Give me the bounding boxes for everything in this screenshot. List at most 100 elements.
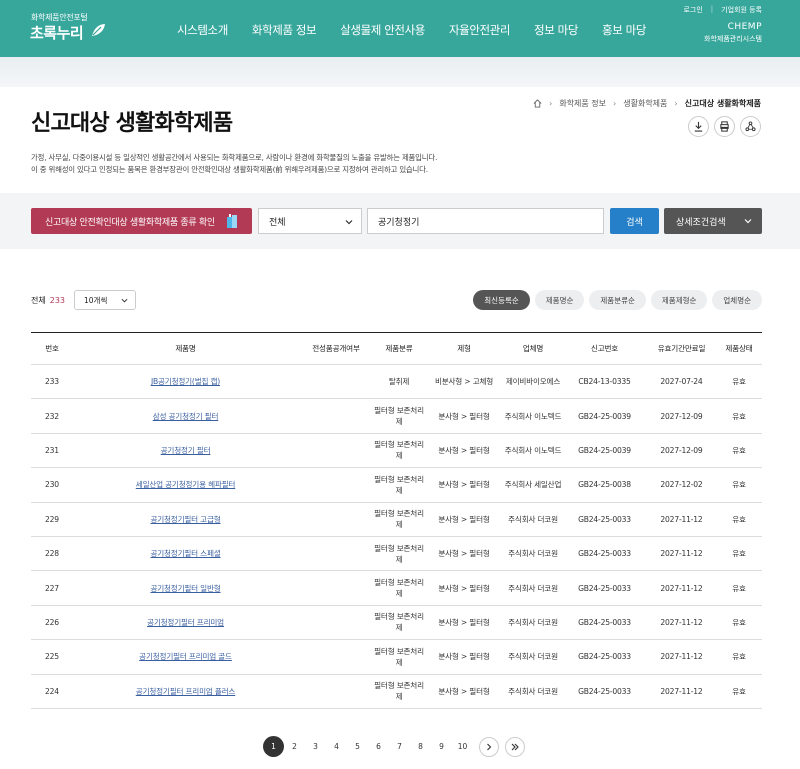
product-link[interactable]: 공기청정기필터 프리미엄 플러스: [136, 687, 236, 696]
page-number[interactable]: 10: [452, 736, 473, 757]
cell-company: 주식회사 더코원: [508, 652, 558, 662]
download-button[interactable]: [688, 116, 709, 137]
cell-product-name: 공기청정기필터 프리미엄 골드: [73, 651, 298, 662]
page-number[interactable]: 6: [368, 736, 389, 757]
cell-company: 주식회사 더코원: [508, 583, 558, 593]
table-row: 227 공기청정기필터 일반형 필터형 보존처리제 분사형 > 필터형 주식회사 더코원…: [31, 571, 762, 606]
nav-item[interactable]: 살생물제 안전사용: [340, 22, 425, 38]
nav-item[interactable]: 홍보 마당: [602, 22, 646, 38]
cell-product-name: 삼성 공기청정기 필터: [73, 411, 298, 422]
page-title: 신고대상 생활화학제품: [31, 111, 233, 136]
chevron-right-icon: ›: [674, 99, 678, 108]
share-button[interactable]: [740, 116, 761, 137]
search-bar: 신고대상 안전확인대상 생활화학제품 종류 확인 전체 공기청정기 검색 상세조…: [0, 193, 800, 249]
cell-number: 224: [45, 686, 59, 696]
product-link[interactable]: 공기청정기필터 스페셜: [150, 549, 220, 558]
product-link[interactable]: JB공기청정기(벌집 캡): [151, 377, 220, 386]
cell-report-no: GB24-25-0033: [578, 514, 631, 524]
chevron-down-icon: [121, 298, 128, 303]
page-number[interactable]: 3: [305, 736, 326, 757]
product-link[interactable]: 공기청정기 필터: [161, 446, 211, 455]
cell-class: 필터형 보존처리제: [374, 543, 424, 564]
product-link[interactable]: 공기청정기필터 고급형: [150, 515, 220, 524]
table-row: 226 공기청정기필터 프리미엄 필터형 보존처리제 분사형 > 필터형 주식회사 더코…: [31, 606, 762, 641]
cell-company: 제이비바이오에스: [505, 377, 561, 387]
join-link[interactable]: 기업회원 등록: [721, 5, 762, 15]
product-type-check-button[interactable]: 신고대상 안전확인대상 생활화학제품 종류 확인: [31, 208, 252, 234]
product-link[interactable]: 공기청정기필터 프리미엄 골드: [139, 652, 232, 661]
per-page-select[interactable]: 10개씩: [74, 290, 136, 310]
cell-expiry: 2027-11-12: [660, 583, 703, 593]
utility-links: 로그인 | 기업회원 등록: [683, 5, 762, 15]
download-icon: [694, 121, 703, 132]
column-header: 제품상태: [725, 344, 753, 353]
cell-number: 233: [45, 377, 59, 387]
cell-report-no: CB24-13-0335: [578, 377, 631, 387]
share-icon: [745, 121, 756, 132]
page-number[interactable]: 4: [326, 736, 347, 757]
sort-product-form[interactable]: 제품제형순: [650, 290, 708, 310]
table-row: 232 삼성 공기청정기 필터 필터형 보존처리제 분사형 > 필터형 주식회사 이노텍…: [31, 399, 762, 434]
nav-item[interactable]: 화학제품 정보: [252, 22, 317, 38]
product-link[interactable]: 공기청정기필터 일반형: [150, 584, 220, 593]
cell-number: 226: [45, 617, 59, 627]
table-row: 231 공기청정기 필터 필터형 보존처리제 분사형 > 필터형 주식회사 이노텍드 GB…: [31, 434, 762, 469]
leaf-icon: [92, 24, 105, 36]
detail-search-button[interactable]: 상세조건검색: [664, 208, 762, 234]
table-row: 233 JB공기청정기(벌집 캡) 탈취제 비분사형 > 고체형 제이비바이오에스 CB2…: [31, 365, 762, 400]
login-link[interactable]: 로그인: [683, 5, 702, 15]
cell-number: 228: [45, 549, 59, 559]
last-page-button[interactable]: [505, 736, 525, 757]
cell-class: 필터형 보존처리제: [374, 578, 424, 599]
cell-status: 유효: [732, 549, 746, 559]
cell-report-no: GB24-25-0038: [578, 480, 631, 490]
cell-expiry: 2027-11-12: [660, 652, 703, 662]
cell-product-name: 공기청정기필터 프리미엄: [73, 617, 298, 628]
cell-class: 필터형 보존처리제: [374, 440, 424, 461]
per-page-value: 10개씩: [84, 295, 108, 305]
page-number[interactable]: 1: [263, 736, 284, 757]
breadcrumb-item[interactable]: 화학제품 정보: [559, 98, 606, 109]
cell-product-name: JB공기청정기(벌집 캡): [73, 376, 298, 387]
search-scope-select[interactable]: 전체: [258, 208, 362, 234]
product-link[interactable]: 삼성 공기청정기 필터: [153, 412, 219, 421]
cell-number: 230: [45, 480, 59, 490]
sort-product-class[interactable]: 제품분류순: [589, 290, 646, 310]
cell-company: 주식회사 더코원: [508, 514, 558, 524]
page-number[interactable]: 8: [410, 736, 431, 757]
column-header: 번호: [45, 344, 59, 353]
sort-latest[interactable]: 최신등록순: [473, 290, 530, 310]
page-number[interactable]: 9: [431, 736, 452, 757]
main-nav: 시스템소개 화학제품 정보 살생물제 안전사용 자율안전관리 정보 마당 홍보 마당: [177, 22, 670, 38]
nav-item[interactable]: 자율안전관리: [449, 22, 510, 38]
chemp-subtitle: 화학제품관리시스템: [704, 35, 762, 43]
cell-form: 분사형 > 필터형: [438, 652, 490, 662]
product-link[interactable]: 세일산업 공기청정기용 헤파필터: [136, 480, 236, 489]
cell-expiry: 2027-11-12: [660, 514, 703, 524]
search-button[interactable]: 검색: [610, 208, 659, 234]
cell-expiry: 2027-12-09: [660, 445, 703, 455]
search-input[interactable]: 공기청정기: [367, 208, 604, 234]
page-number[interactable]: 5: [347, 736, 368, 757]
nav-item[interactable]: 시스템소개: [177, 22, 228, 38]
sort-product-name[interactable]: 제품명순: [534, 290, 585, 310]
page-number[interactable]: 2: [284, 736, 305, 757]
sort-company[interactable]: 업체명순: [712, 290, 762, 310]
page-list: 1 2 3 4 5 6 7 8 9 10: [263, 736, 473, 757]
cell-status: 유효: [732, 617, 746, 627]
site-logo[interactable]: 초록누리: [30, 22, 84, 43]
home-icon[interactable]: [533, 99, 542, 108]
chevron-right-icon: ›: [613, 99, 617, 108]
nav-item[interactable]: 정보 마당: [534, 22, 578, 38]
cell-form: 분사형 > 필터형: [438, 549, 490, 559]
chemp-link[interactable]: CHEMP 화학제품관리시스템: [704, 22, 762, 44]
column-header: 신고번호: [590, 344, 619, 353]
breadcrumb-item[interactable]: 생활화학제품: [623, 98, 667, 109]
print-button[interactable]: [714, 116, 735, 137]
table-header-row: 번호 제품명 전성품공개여부 제품분류 제형 업체명 신고번호 유효기간만료일 …: [31, 333, 762, 365]
cell-status: 유효: [732, 480, 746, 490]
product-link[interactable]: 공기청정기필터 프리미엄: [147, 618, 224, 627]
next-page-button[interactable]: [479, 736, 499, 757]
page-number[interactable]: 7: [389, 736, 410, 757]
cell-expiry: 2027-11-12: [660, 686, 703, 696]
